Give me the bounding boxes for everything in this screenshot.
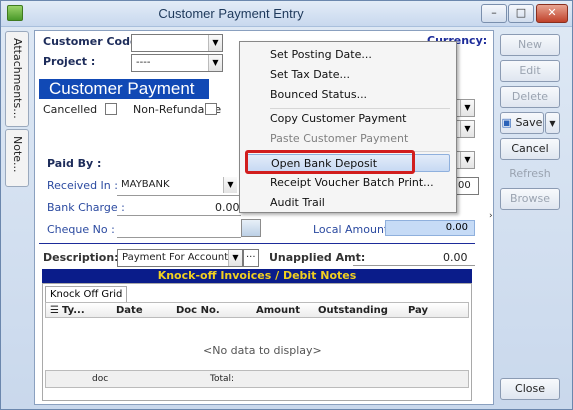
chevron-down-icon: ▼ bbox=[460, 152, 474, 168]
cheque-no-label: Cheque No : bbox=[47, 223, 115, 236]
maximize-button[interactable]: □ bbox=[508, 4, 534, 23]
col-type[interactable]: Ty... bbox=[62, 305, 85, 316]
chevron-down-icon: ▼ bbox=[208, 35, 222, 51]
bank-charge-underline bbox=[117, 215, 241, 216]
menu-audit-trail[interactable]: Audit Trail bbox=[246, 194, 450, 212]
chevron-down-icon: ▼ bbox=[208, 55, 222, 71]
cancelled-checkbox[interactable] bbox=[105, 103, 117, 115]
grid-empty-message: <No data to display> bbox=[203, 344, 322, 357]
close-window-button[interactable]: ✕ bbox=[536, 4, 568, 23]
knockoff-grid-footer: doc Total: bbox=[45, 370, 469, 388]
footer-doc: doc bbox=[92, 374, 109, 384]
received-in-label: Received In : bbox=[47, 179, 118, 192]
cancel-button[interactable]: Cancel bbox=[500, 138, 560, 160]
project-combo[interactable]: ---- ▼ bbox=[131, 54, 223, 72]
ellipsis-icon: ··· bbox=[246, 252, 256, 263]
edit-button[interactable]: Edit bbox=[500, 60, 560, 82]
description-combo[interactable]: Payment For Account ▼ bbox=[117, 249, 243, 267]
col-pay[interactable]: Pay bbox=[408, 305, 428, 316]
description-label: Description: bbox=[43, 251, 119, 264]
partial-amount-value: 00 bbox=[458, 180, 471, 191]
description-value: Payment For Account bbox=[122, 252, 229, 263]
context-menu: Set Posting Date... Set Tax Date... Boun… bbox=[239, 41, 457, 213]
chevron-down-icon: ▼ bbox=[223, 177, 237, 193]
paid-by-frame-line bbox=[39, 243, 475, 244]
save-icon: ▣ bbox=[501, 116, 516, 129]
paid-by-label: Paid By : bbox=[47, 157, 102, 170]
title-bar: Customer Payment Entry – □ ✕ bbox=[1, 1, 572, 27]
cancelled-label: Cancelled bbox=[43, 103, 98, 116]
side-combo-3[interactable]: ▼ bbox=[455, 151, 475, 169]
unapplied-amount-underline bbox=[353, 265, 475, 266]
knockoff-grid-header: ☰ Ty... Date Doc No. Amount Outstanding … bbox=[45, 302, 469, 318]
chevron-down-icon: ▼ bbox=[549, 119, 556, 128]
knockoff-grid: Knock Off Grid ☰ Ty... Date Doc No. Amou… bbox=[42, 283, 472, 401]
menu-copy-customer-payment[interactable]: Copy Customer Payment bbox=[246, 110, 450, 128]
menu-set-tax-date[interactable]: Set Tax Date... bbox=[246, 66, 450, 84]
menu-set-posting-date[interactable]: Set Posting Date... bbox=[246, 46, 450, 64]
save-dropdown-button[interactable]: ▼ bbox=[545, 112, 560, 134]
new-button[interactable]: New bbox=[500, 34, 560, 56]
chevron-down-icon: ▼ bbox=[460, 121, 474, 137]
save-button-label: Save bbox=[515, 116, 543, 129]
project-label: Project : bbox=[43, 55, 96, 68]
splitter-arrow-icon[interactable]: › bbox=[489, 211, 493, 221]
calculator-icon[interactable] bbox=[241, 219, 261, 237]
col-amount[interactable]: Amount bbox=[256, 305, 300, 316]
cheque-no-underline bbox=[117, 237, 241, 238]
highlight-annotation-box bbox=[245, 150, 415, 174]
minimize-button[interactable]: – bbox=[481, 4, 507, 23]
menu-bounced-status[interactable]: Bounced Status... bbox=[246, 86, 450, 104]
action-panel: New Edit Delete ▣ Save ▼ Cancel Refresh … bbox=[496, 30, 570, 405]
customer-payment-window: Customer Payment Entry – □ ✕ Attachments… bbox=[0, 0, 573, 410]
note-tab[interactable]: Note... bbox=[5, 129, 29, 187]
browse-button[interactable]: Browse bbox=[500, 188, 560, 210]
chevron-down-icon: ▼ bbox=[460, 100, 474, 116]
customer-code-combo[interactable]: ▼ bbox=[131, 34, 223, 52]
unapplied-amount-label: Unapplied Amt: bbox=[269, 251, 366, 264]
knockoff-grid-tab[interactable]: Knock Off Grid bbox=[45, 286, 128, 302]
refresh-button[interactable]: Refresh bbox=[500, 164, 560, 186]
col-outstanding[interactable]: Outstanding bbox=[318, 305, 388, 316]
note-tab-label: Note... bbox=[11, 136, 24, 173]
footer-total: Total: bbox=[210, 374, 235, 384]
project-value: ---- bbox=[136, 57, 151, 68]
window-title: Customer Payment Entry bbox=[158, 6, 304, 21]
knockoff-title-bar: Knock-off Invoices / Debit Notes bbox=[42, 269, 472, 283]
save-button[interactable]: ▣ Save bbox=[500, 112, 544, 134]
delete-button[interactable]: Delete bbox=[500, 86, 560, 108]
chevron-down-icon: ▼ bbox=[228, 250, 242, 266]
menu-receipt-voucher-batch-print[interactable]: Receipt Voucher Batch Print... bbox=[246, 174, 450, 192]
bank-charge-label: Bank Charge : bbox=[47, 201, 125, 214]
col-date[interactable]: Date bbox=[116, 305, 143, 316]
bank-charge-value[interactable]: 0.00 bbox=[215, 201, 240, 214]
customer-code-label: Customer Code: bbox=[43, 35, 142, 48]
local-amount-label: Local Amount : bbox=[313, 223, 396, 236]
col-doc-no[interactable]: Doc No. bbox=[176, 305, 220, 316]
received-in-value: MAYBANK bbox=[121, 179, 170, 190]
received-in-combo[interactable]: MAYBANK ▼ bbox=[117, 177, 237, 195]
side-combo-1[interactable]: ▼ bbox=[455, 99, 475, 117]
column-selector-icon[interactable]: ☰ bbox=[50, 305, 59, 316]
attachments-tab[interactable]: Attachments... bbox=[5, 31, 29, 127]
non-refundable-checkbox[interactable] bbox=[205, 103, 217, 115]
description-more-button[interactable]: ··· bbox=[243, 249, 259, 267]
local-amount-field[interactable]: 0.00 bbox=[385, 220, 475, 236]
unapplied-amount-value: 0.00 bbox=[443, 251, 468, 264]
received-in-underline bbox=[117, 195, 241, 196]
close-button[interactable]: Close bbox=[500, 378, 560, 400]
menu-separator bbox=[270, 108, 450, 109]
customer-payment-banner: Customer Payment bbox=[39, 79, 209, 99]
attachments-tab-label: Attachments... bbox=[11, 38, 24, 119]
side-combo-2[interactable]: ▼ bbox=[455, 120, 475, 138]
menu-paste-customer-payment[interactable]: Paste Customer Payment bbox=[246, 130, 450, 148]
